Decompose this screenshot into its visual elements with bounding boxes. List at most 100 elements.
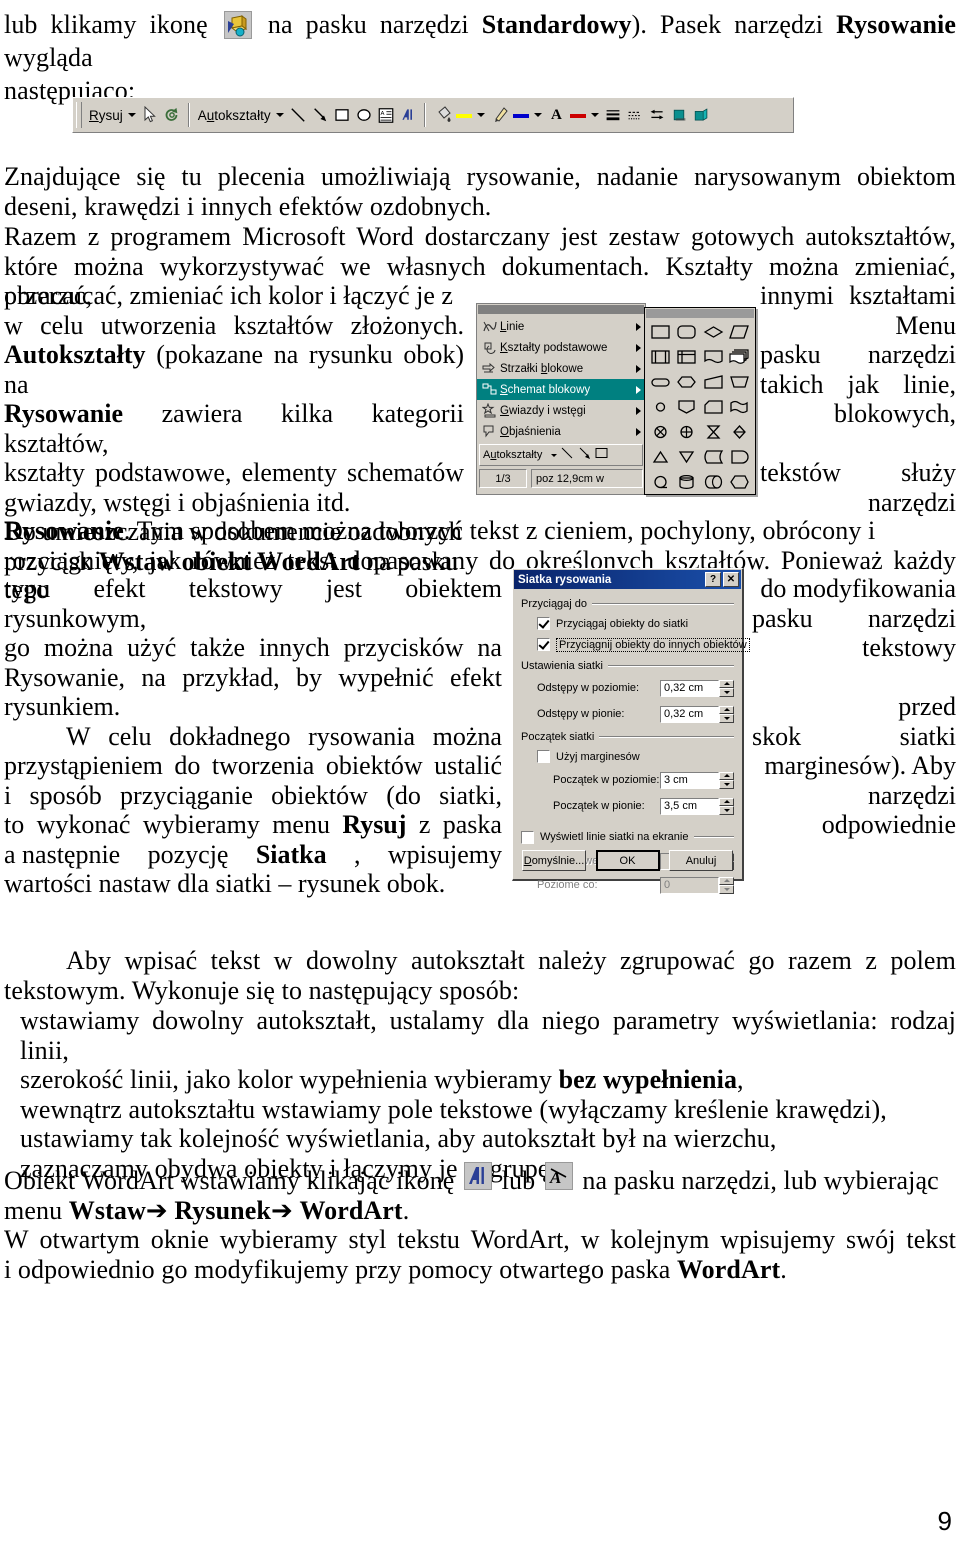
chevron-down-icon[interactable] bbox=[476, 113, 485, 117]
font-color-swatch[interactable] bbox=[569, 113, 586, 118]
shape-alternate-process[interactable] bbox=[674, 320, 699, 344]
font-color-icon[interactable]: A bbox=[548, 104, 570, 126]
chevron-down-icon[interactable] bbox=[590, 113, 599, 117]
spin-up[interactable] bbox=[719, 705, 734, 714]
cancel-button[interactable]: Anuluj bbox=[669, 850, 733, 871]
shape-or[interactable] bbox=[674, 420, 699, 444]
shape-multidocument[interactable] bbox=[727, 345, 752, 369]
menu-item-strzalki-blokowe[interactable]: Strzałki blokowe bbox=[477, 358, 645, 379]
shape-predefined-process[interactable] bbox=[648, 345, 673, 369]
shape-sort[interactable] bbox=[727, 420, 752, 444]
arrow-icon[interactable] bbox=[309, 104, 331, 126]
v-spacing-spinner[interactable]: 0,32 cm bbox=[660, 705, 734, 723]
line-style-icon[interactable] bbox=[602, 104, 624, 126]
shape-manual-input[interactable] bbox=[701, 370, 726, 394]
insert-wordart-icon[interactable] bbox=[464, 1162, 493, 1190]
shape-preparation[interactable] bbox=[674, 370, 699, 394]
spin-down[interactable] bbox=[719, 714, 734, 723]
rectangle-icon[interactable] bbox=[595, 447, 609, 463]
h-origin-spinner[interactable]: 3 cm bbox=[660, 771, 734, 789]
shadow-style-icon[interactable] bbox=[668, 104, 690, 126]
checkbox-row-snap-objects[interactable]: Przyciągnij obiekty do innych obiektów bbox=[521, 634, 750, 655]
snap-to-grid-checkbox[interactable] bbox=[537, 617, 550, 630]
close-icon[interactable]: ✕ bbox=[723, 572, 739, 587]
chevron-down-icon[interactable] bbox=[533, 113, 542, 117]
shape-merge[interactable] bbox=[674, 445, 699, 469]
v-origin-spin-buttons[interactable] bbox=[719, 797, 734, 815]
shape-punched-tape[interactable] bbox=[727, 395, 752, 419]
fill-color-button[interactable] bbox=[431, 101, 488, 129]
horizontal-every-spinner[interactable]: 0 bbox=[660, 876, 734, 894]
minibar-autoshapes-label[interactable]: Autokształty bbox=[483, 449, 542, 461]
shape-extract[interactable] bbox=[648, 445, 673, 469]
select-objects-icon[interactable] bbox=[139, 104, 161, 126]
spin-down[interactable] bbox=[719, 780, 734, 789]
line-color-swatch[interactable] bbox=[512, 113, 529, 118]
h-origin-spin-buttons[interactable] bbox=[719, 771, 734, 789]
v-origin-input[interactable]: 3,5 cm bbox=[660, 797, 719, 815]
draw-menu-button[interactable]: Rysuj bbox=[86, 101, 139, 129]
spin-down[interactable] bbox=[719, 885, 734, 894]
shape-decision[interactable] bbox=[701, 320, 726, 344]
shape-card[interactable] bbox=[701, 395, 726, 419]
font-color-button[interactable]: A bbox=[545, 101, 602, 129]
insert-diagram-icon[interactable] bbox=[223, 11, 252, 39]
autoshapes-menu-button[interactable]: Autokształty bbox=[195, 101, 287, 129]
checkbox-row-use-margins[interactable]: Użyj marginesów bbox=[521, 746, 734, 767]
spin-up[interactable] bbox=[719, 797, 734, 806]
shape-document[interactable] bbox=[701, 345, 726, 369]
menu-item-ksztalty-podstawowe[interactable]: Kształty podstawowe bbox=[477, 337, 645, 358]
h-spacing-spinner[interactable]: 0,32 cm bbox=[660, 679, 734, 697]
chevron-down-icon[interactable] bbox=[551, 453, 558, 457]
fill-color-icon[interactable] bbox=[434, 104, 456, 126]
spin-up[interactable] bbox=[719, 771, 734, 780]
menu-item-schemat-blokowy[interactable]: Schemat blokowy bbox=[477, 379, 645, 400]
h-origin-input[interactable]: 3 cm bbox=[660, 771, 719, 789]
help-button[interactable]: ? bbox=[705, 572, 721, 587]
v-origin-spinner[interactable]: 3,5 cm bbox=[660, 797, 734, 815]
v-spacing-spin-buttons[interactable] bbox=[719, 705, 734, 723]
shape-manual-operation[interactable] bbox=[727, 370, 752, 394]
arrow-icon[interactable] bbox=[578, 447, 591, 463]
spin-down[interactable] bbox=[719, 688, 734, 697]
shape-display[interactable] bbox=[727, 470, 752, 494]
chevron-down-icon[interactable] bbox=[127, 113, 136, 117]
shape-terminator[interactable] bbox=[648, 370, 673, 394]
spin-down[interactable] bbox=[719, 806, 734, 815]
wordart-gallery-icon[interactable]: A bbox=[544, 1162, 573, 1190]
shape-process[interactable] bbox=[648, 320, 673, 344]
shape-delay[interactable] bbox=[727, 445, 752, 469]
spin-up[interactable] bbox=[719, 679, 734, 688]
snap-to-objects-checkbox[interactable] bbox=[537, 638, 550, 651]
h-spacing-input[interactable]: 0,32 cm bbox=[660, 679, 719, 697]
oval-icon[interactable] bbox=[353, 104, 375, 126]
ok-button[interactable]: OK bbox=[595, 850, 660, 871]
shape-summing-junction[interactable] bbox=[648, 420, 673, 444]
shape-data[interactable] bbox=[727, 320, 752, 344]
line-color-button[interactable] bbox=[488, 101, 545, 129]
rectangle-icon[interactable] bbox=[331, 104, 353, 126]
checkbox-row-show-grid[interactable]: Wyświetl linie siatki na ekranie bbox=[521, 825, 734, 849]
text-box-icon[interactable]: A bbox=[375, 104, 397, 126]
dialog-titlebar[interactable]: Siatka rysowania ? ✕ bbox=[514, 570, 741, 589]
chevron-down-icon[interactable] bbox=[275, 113, 284, 117]
checkbox-row-snap-grid[interactable]: Przyciągaj obiekty do siatki bbox=[521, 613, 734, 634]
shape-magnetic-disk[interactable] bbox=[674, 470, 699, 494]
defaults-button[interactable]: Domyślnie... bbox=[522, 850, 586, 871]
line-color-icon[interactable] bbox=[491, 104, 513, 126]
show-gridlines-checkbox[interactable] bbox=[521, 830, 534, 844]
shape-internal-storage[interactable] bbox=[674, 345, 699, 369]
v-spacing-input[interactable]: 0,32 cm bbox=[660, 705, 719, 723]
use-margins-checkbox[interactable] bbox=[537, 750, 550, 763]
shape-connector[interactable] bbox=[648, 395, 673, 419]
horizontal-every-input[interactable]: 0 bbox=[660, 876, 719, 894]
line-icon[interactable] bbox=[561, 447, 574, 463]
free-rotate-icon[interactable] bbox=[161, 104, 183, 126]
menu-item-gwiazdy-i-wstegi[interactable]: Gwiazdy i wstęgi bbox=[477, 400, 645, 421]
arrow-style-icon[interactable] bbox=[646, 104, 668, 126]
menu-titlebar[interactable] bbox=[478, 305, 644, 314]
h-spacing-spin-buttons[interactable] bbox=[719, 679, 734, 697]
menu-item-linie[interactable]: Linie bbox=[477, 316, 645, 337]
spin-up[interactable] bbox=[719, 876, 734, 885]
menu-item-objasnienia[interactable]: Objaśnienia bbox=[477, 421, 645, 442]
